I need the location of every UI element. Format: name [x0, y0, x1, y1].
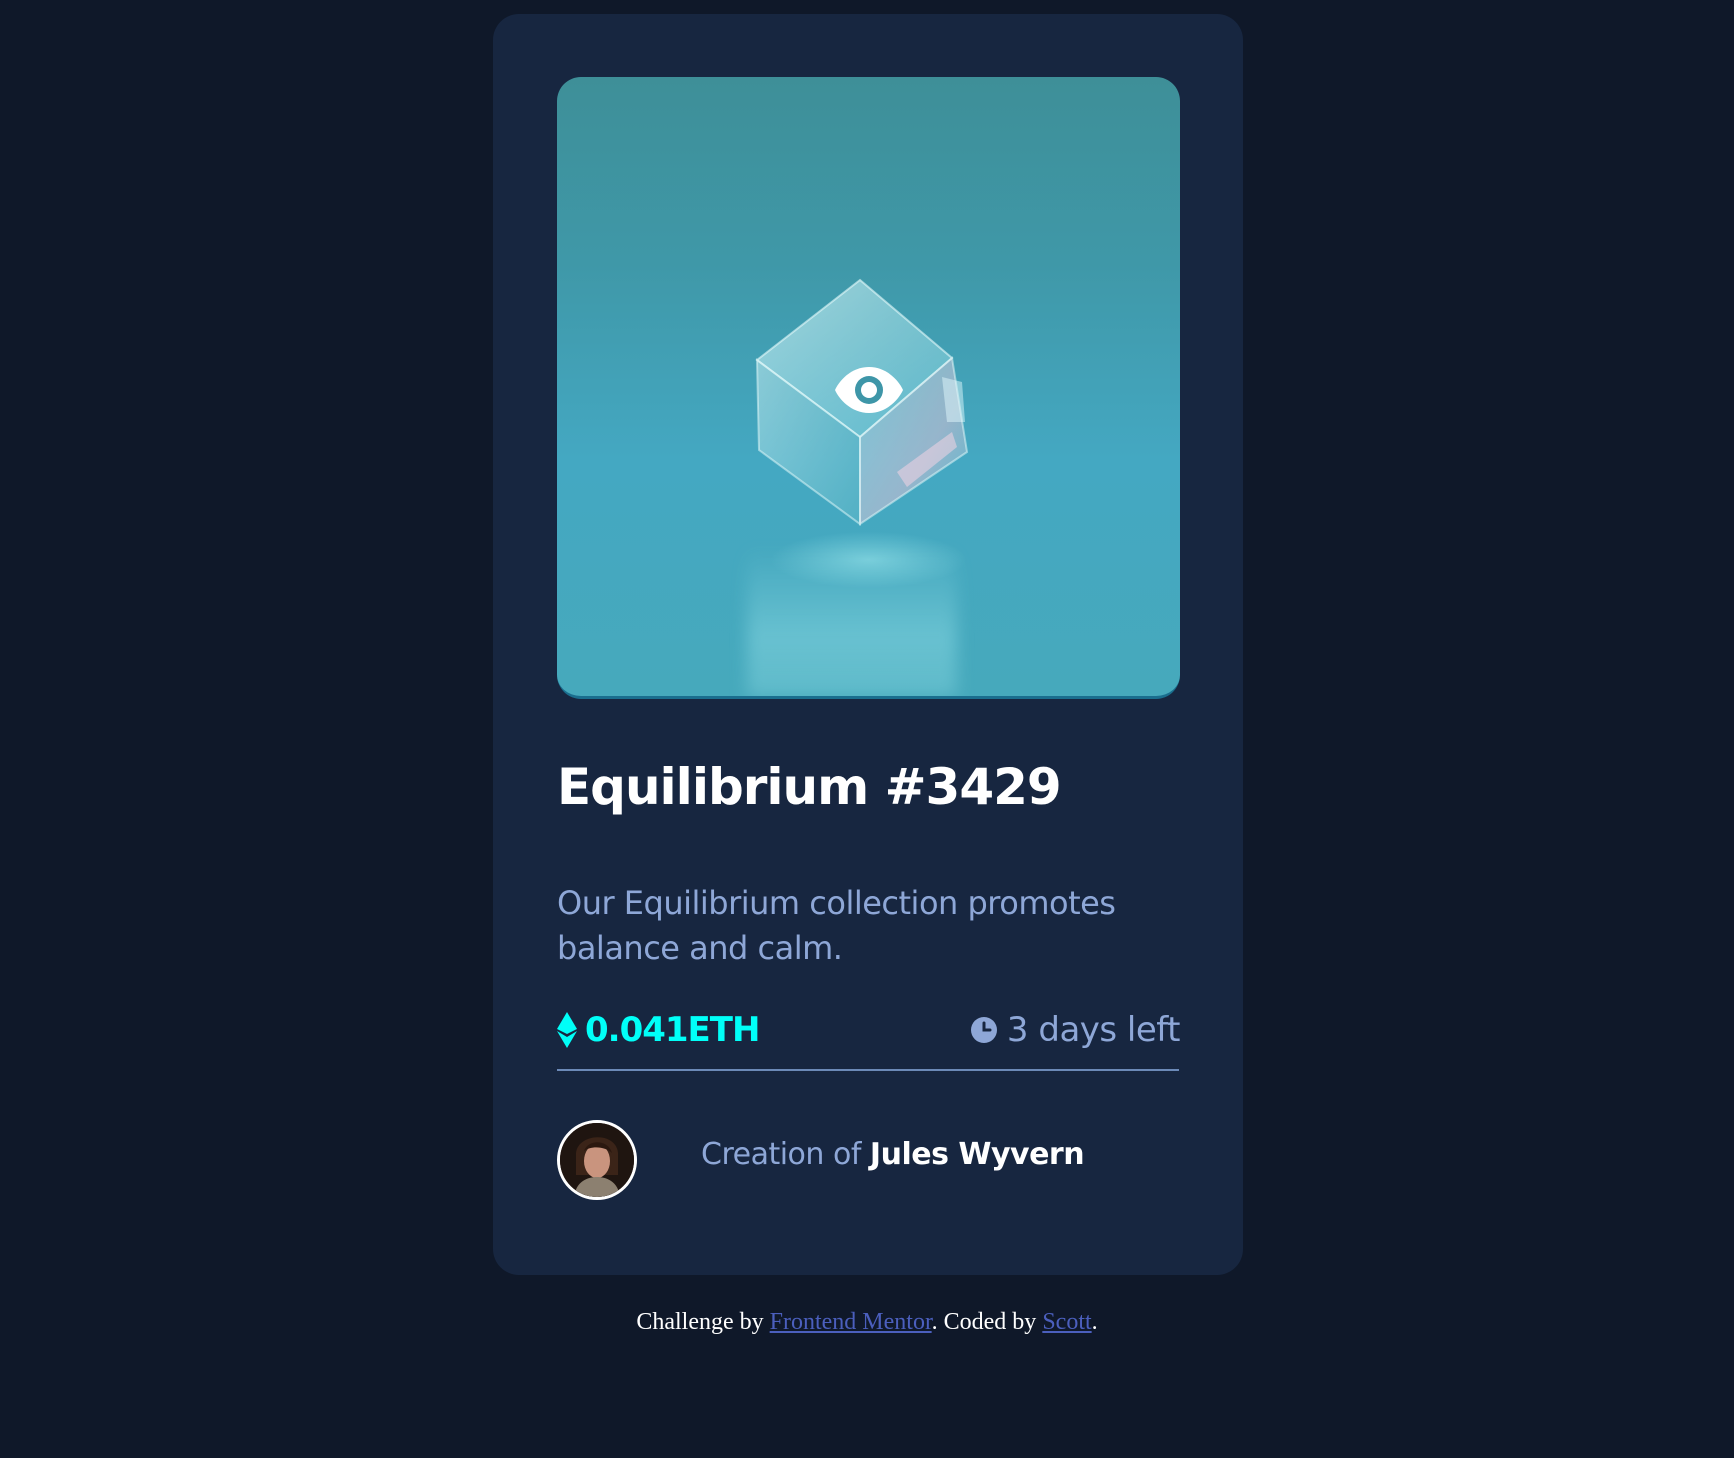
creator-name[interactable]: Jules Wyvern: [870, 1137, 1085, 1172]
frontend-mentor-link[interactable]: Frontend Mentor: [770, 1309, 932, 1335]
attribution-footer: Challenge by Frontend Mentor. Coded by S…: [0, 1305, 1734, 1339]
attribution-text-1: Challenge by: [636, 1309, 770, 1335]
card-divider: [557, 1069, 1179, 1071]
attribution-text-3: .: [1091, 1309, 1098, 1335]
cube-reflection: [747, 547, 957, 696]
price-info: 0.041ETH: [557, 1007, 760, 1053]
time-left-value: 3 days left: [1006, 1010, 1181, 1050]
view-icon: [835, 367, 903, 413]
price-value: 0.041ETH: [585, 1010, 760, 1050]
nft-description: Our Equilibrium collection promotes bala…: [557, 884, 1116, 967]
creator-prefix: Creation of: [701, 1137, 870, 1172]
nft-image[interactable]: [557, 77, 1180, 699]
time-left-info: 3 days left: [970, 1007, 1181, 1053]
nft-card: Equilibrium #3429 Our Equilibrium collec…: [493, 14, 1243, 1275]
avatar-portrait: [560, 1123, 634, 1197]
avatar: [557, 1120, 637, 1200]
nft-title[interactable]: Equilibrium #3429: [557, 757, 1062, 817]
attribution-text-2: . Coded by: [931, 1309, 1043, 1335]
clock-icon: [970, 1017, 997, 1043]
ethereum-icon: [557, 1012, 577, 1048]
author-link[interactable]: Scott: [1042, 1309, 1091, 1335]
creator-line: Creation of Jules Wyvern: [701, 1132, 1085, 1178]
